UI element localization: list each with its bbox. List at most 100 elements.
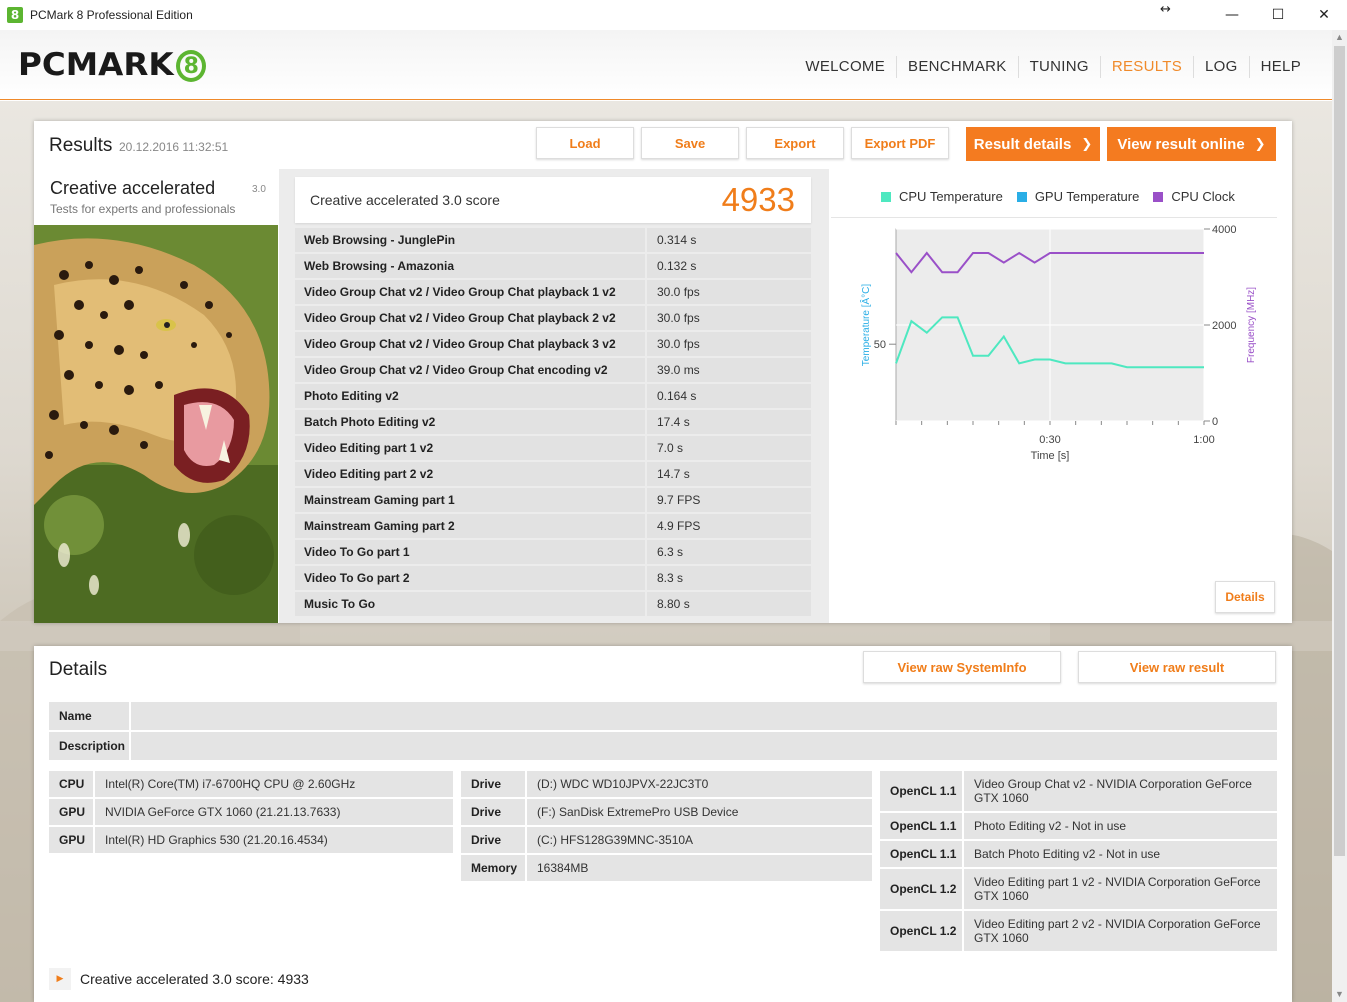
subtest-name: Video Editing part 2 v2 [295, 462, 647, 486]
test-version: 3.0 [252, 184, 266, 195]
monitoring-chart: 0:30 1:00 Time [s] 50 4000 2000 0 Temperature [… [859, 224, 1257, 462]
load-button[interactable]: Load [536, 127, 634, 159]
maximize-button[interactable]: ☐ [1255, 0, 1301, 30]
nav-results[interactable]: RESULTS [1099, 56, 1193, 78]
opencl-key: OpenCL 1.2 [880, 869, 964, 909]
opencl-row: OpenCL 1.2 Video Editing part 2 v2 - NVID… [880, 911, 1277, 953]
legend-item-cpu-clock[interactable]: CPU Clock [1153, 189, 1235, 204]
view-result-online-button[interactable]: View result online ❯ [1107, 127, 1276, 161]
hardware-row: CPU Intel(R) Core(TM) i7-6700HQ CPU @ 2.6… [49, 771, 453, 799]
expand-arrow-icon[interactable]: ▶ [49, 968, 71, 990]
close-button[interactable]: ✕ [1301, 0, 1347, 30]
x-tick-label-60: 1:00 [1193, 434, 1214, 446]
nav-help[interactable]: HELP [1248, 56, 1312, 78]
opencl-key: OpenCL 1.1 [880, 841, 964, 867]
subtest-value: 39.0 ms [647, 358, 811, 382]
subtest-name: Photo Editing v2 [295, 384, 647, 408]
subtest-row: Video Editing part 1 v2 7.0 s [295, 436, 811, 462]
drives-key: Memory [461, 855, 527, 881]
result-details-button[interactable]: Result details ❯ [966, 127, 1100, 161]
hardware-row: GPU Intel(R) HD Graphics 530 (21.20.16.45… [49, 827, 453, 855]
nav-welcome[interactable]: WELCOME [794, 56, 896, 78]
subtest-row: Video To Go part 2 8.3 s [295, 566, 811, 592]
window-titlebar: 8 PCMark 8 Professional Edition ↔ — ☐ ✕ [0, 0, 1347, 30]
vertical-scrollbar[interactable]: ▲ ▼ [1332, 30, 1347, 1002]
scroll-thumb[interactable] [1334, 46, 1345, 856]
y2-tick-label: 2000 [1212, 320, 1236, 332]
opencl-table: OpenCL 1.1 Video Group Chat v2 - NVIDIA C… [880, 771, 1277, 953]
results-panel: Results 20.12.2016 11:32:51 Load Save Ex… [34, 121, 1292, 623]
drives-value: (C:) HFS128G39MNC-3510A [527, 827, 872, 853]
score-column: Creative accelerated 3.0 score 4933 Web … [279, 169, 829, 623]
legend-label-cpu-clock: CPU Clock [1171, 189, 1235, 204]
minimize-button[interactable]: — [1209, 0, 1255, 30]
subtest-value: 8.80 s [647, 592, 811, 616]
result-details-label: Result details [973, 135, 1072, 153]
test-description: Tests for experts and professionals [50, 202, 236, 216]
legend-item-gpu-temp[interactable]: GPU Temperature [1016, 189, 1140, 204]
subtest-row: Video Group Chat v2 / Video Group Chat e… [295, 358, 811, 384]
y-axis-label: Temperature [Â°C] [859, 284, 872, 367]
subtest-row: Web Browsing - JunglePin 0.314 s [295, 228, 811, 254]
drives-row: Memory 16384MB [461, 855, 872, 883]
export-pdf-button[interactable]: Export PDF [851, 127, 949, 159]
subtest-value: 0.132 s [647, 254, 811, 278]
subtest-name: Video Group Chat v2 / Video Group Chat e… [295, 358, 647, 382]
hardware-key: GPU [49, 827, 95, 853]
subtest-value: 8.3 s [647, 566, 811, 590]
chart-details-button[interactable]: Details [1215, 581, 1275, 613]
subtest-name: Web Browsing - Amazonia [295, 254, 647, 278]
chevron-right-icon: ❯ [1081, 136, 1093, 152]
name-label: Name [49, 702, 131, 730]
drive-table: Drive (D:) WDC WD10JPVX-22JC3T0 Drive (F:) … [461, 771, 872, 883]
drives-value: 16384MB [527, 855, 872, 881]
y2-tick-label: 0 [1212, 416, 1218, 428]
legend-item-cpu-temp[interactable]: CPU Temperature [881, 189, 1003, 204]
drives-row: Drive (F:) SanDisk ExtremePro USB Device [461, 799, 872, 827]
logo-text: PCMARK [18, 47, 174, 83]
hardware-value: Intel(R) Core(TM) i7-6700HQ CPU @ 2.60GH… [95, 771, 453, 797]
main-nav: WELCOME BENCHMARK TUNING RESULTS LOG HEL… [794, 56, 1312, 78]
drives-key: Drive [461, 799, 527, 825]
save-button[interactable]: Save [641, 127, 739, 159]
subtest-row: Video Group Chat v2 / Video Group Chat p… [295, 280, 811, 306]
test-header: Creative accelerated [50, 178, 270, 199]
subtest-name: Video To Go part 2 [295, 566, 647, 590]
app-header: PCMARK 8 WELCOME BENCHMARK TUNING RESULT… [0, 30, 1332, 100]
view-raw-systeminfo-button[interactable]: View raw SystemInfo [863, 651, 1061, 683]
opencl-key: OpenCL 1.1 [880, 813, 964, 839]
subtest-value: 14.7 s [647, 462, 811, 486]
drives-key: Drive [461, 827, 527, 853]
subtest-name: Mainstream Gaming part 2 [295, 514, 647, 538]
opencl-row: OpenCL 1.2 Video Editing part 1 v2 - NVID… [880, 869, 1277, 911]
hardware-value: Intel(R) HD Graphics 530 (21.20.16.4534) [95, 827, 453, 853]
nav-log[interactable]: LOG [1193, 56, 1249, 78]
scroll-down-icon[interactable]: ▼ [1332, 987, 1347, 1002]
legend-swatch-cpu-temp [881, 191, 891, 202]
subtest-value: 0.164 s [647, 384, 811, 408]
subtest-value: 9.7 FPS [647, 488, 811, 512]
scroll-up-icon[interactable]: ▲ [1332, 30, 1347, 45]
result-timestamp: 20.12.2016 11:32:51 [119, 140, 229, 154]
opencl-row: OpenCL 1.1 Photo Editing v2 - Not in use [880, 813, 1277, 841]
nav-tuning[interactable]: TUNING [1017, 56, 1100, 78]
leopard-illustration [34, 225, 278, 623]
x-axis-label: Time [s] [1031, 450, 1070, 462]
subtest-name: Batch Photo Editing v2 [295, 410, 647, 434]
subtest-value: 0.314 s [647, 228, 811, 252]
subtest-value: 7.0 s [647, 436, 811, 460]
hardware-table: CPU Intel(R) Core(TM) i7-6700HQ CPU @ 2.6… [49, 771, 453, 855]
subtest-value: 17.4 s [647, 410, 811, 434]
drives-row: Drive (D:) WDC WD10JPVX-22JC3T0 [461, 771, 872, 799]
score-label: Creative accelerated 3.0 score [310, 192, 500, 208]
score-summary-row[interactable]: ▶ Creative accelerated 3.0 score: 4933 [49, 968, 309, 990]
name-value [131, 702, 1277, 730]
nav-benchmark[interactable]: BENCHMARK [896, 56, 1018, 78]
subtest-row: Photo Editing v2 0.164 s [295, 384, 811, 410]
legend-label-gpu-temp: GPU Temperature [1034, 189, 1140, 204]
view-raw-result-button[interactable]: View raw result [1078, 651, 1276, 683]
export-button[interactable]: Export [746, 127, 844, 159]
name-row: Name [49, 702, 1277, 732]
details-title: Details [49, 659, 108, 680]
subtest-name: Mainstream Gaming part 1 [295, 488, 647, 512]
